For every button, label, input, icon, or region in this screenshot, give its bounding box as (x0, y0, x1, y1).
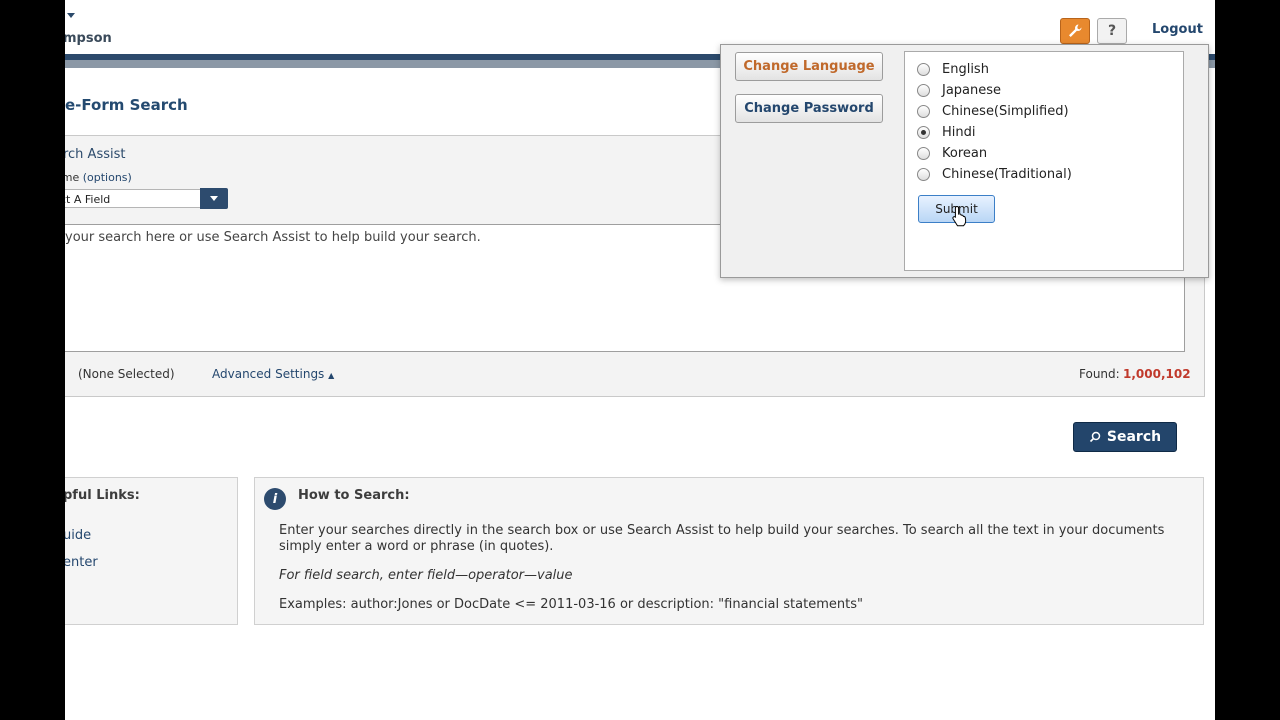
how-to-search-field-hint: For field search, enter field—operator—v… (279, 568, 573, 583)
search-assist-label[interactable]: arch Assist (65, 147, 125, 162)
change-language-button[interactable]: Change Language (735, 52, 883, 81)
helpful-links-title: pful Links: (65, 488, 140, 503)
hand-cursor-icon (952, 205, 967, 227)
magnifier-icon (1089, 431, 1101, 443)
change-password-button[interactable]: Change Password (735, 94, 883, 123)
language-label: Japanese (942, 82, 1002, 98)
logout-link[interactable]: Logout (1152, 22, 1203, 37)
chevron-down-icon (210, 196, 218, 201)
selected-fields-value: (None Selected) (78, 367, 175, 381)
how-to-search-examples: Examples: author:Jones or DocDate <= 201… (279, 597, 863, 612)
info-icon: i (264, 488, 286, 510)
language-options-panel: English Japanese Chinese(Simplified) Hin… (904, 51, 1184, 271)
language-label: English (942, 61, 989, 77)
caret-up-icon: ▲ (328, 371, 335, 380)
language-option-chinese-simplified[interactable]: Chinese(Simplified) (917, 102, 1069, 120)
tools-button[interactable] (1060, 18, 1090, 44)
radio-button[interactable] (917, 104, 930, 118)
user-name[interactable]: mpson (65, 31, 112, 46)
radio-button[interactable] (917, 146, 930, 160)
user-menu-caret-icon[interactable] (67, 13, 75, 18)
language-label: Chinese(Traditional) (942, 166, 1072, 182)
settings-popup: Change Language Change Password English … (720, 44, 1209, 278)
language-label: Korean (942, 145, 988, 161)
helpful-link[interactable]: enter (65, 555, 98, 570)
language-option-hindi[interactable]: Hindi (917, 123, 976, 141)
language-label: Hindi (942, 124, 976, 140)
language-option-english[interactable]: English (917, 60, 989, 78)
page-title: e-Form Search (65, 96, 188, 114)
options-link[interactable]: (options) (83, 171, 132, 184)
advanced-settings-toggle[interactable]: Advanced Settings ▲ (212, 367, 334, 381)
advanced-settings-label: Advanced Settings (212, 367, 325, 381)
field-select-toggle[interactable] (200, 188, 228, 209)
search-input-placeholder: your search here or use Search Assist to… (65, 230, 481, 245)
wrench-icon (1069, 24, 1082, 37)
help-button[interactable]: ? (1097, 18, 1127, 44)
radio-button[interactable] (917, 83, 930, 97)
language-label: Chinese(Simplified) (942, 103, 1069, 119)
helpful-link[interactable]: uide (65, 528, 91, 543)
field-name-label: ame (options) (65, 171, 132, 184)
page: mpson ? Logout e-Form Search arch Assist… (65, 0, 1215, 720)
field-name-text: ame (65, 171, 80, 184)
search-button[interactable]: Search (1073, 422, 1177, 452)
language-option-korean[interactable]: Korean (917, 144, 987, 162)
radio-button-selected[interactable] (917, 125, 930, 139)
found-count: 1,000,102 (1123, 367, 1191, 381)
language-option-chinese-traditional[interactable]: Chinese(Traditional) (917, 165, 1072, 183)
how-to-search-text: Enter your searches directly in the sear… (279, 523, 1165, 554)
radio-button[interactable] (917, 167, 930, 181)
radio-button[interactable] (917, 62, 930, 76)
search-button-label: Search (1106, 429, 1162, 445)
how-to-search-title: How to Search: (298, 488, 410, 503)
found-label: Found: (1079, 367, 1120, 381)
language-option-japanese[interactable]: Japanese (917, 81, 1001, 99)
